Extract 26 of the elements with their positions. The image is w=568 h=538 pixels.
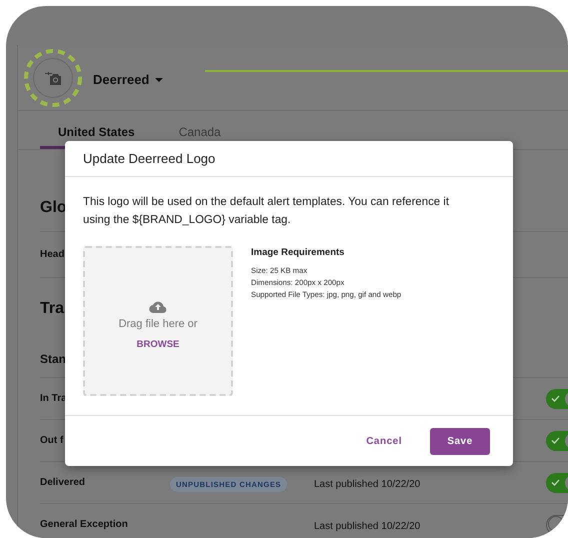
section-heading: Tra	[40, 300, 64, 318]
cancel-button[interactable]: Cancel	[366, 430, 402, 452]
published-date: Last published 10/22/20	[314, 478, 420, 490]
row-label: Out f	[40, 435, 64, 446]
row-label: Delivered	[40, 477, 86, 488]
logo-upload-button[interactable]	[33, 58, 73, 98]
published-date: Last published 10/22/20	[314, 520, 420, 532]
cloud-upload-icon	[149, 300, 167, 313]
requirements-title: Image Requirements	[251, 247, 346, 258]
check-icon	[551, 437, 560, 444]
row-label: Stan	[40, 352, 66, 366]
add-camera-icon	[44, 70, 62, 86]
row-label: Head	[40, 249, 64, 260]
section-heading: Glo	[40, 199, 67, 217]
row-label: General Exception	[40, 519, 129, 530]
dialog-description: This logo will be used on the default alert templates. You can reference it using the ${BRAND_LOGO} variable tag.	[83, 195, 450, 228]
dialog-title: Update Deerreed Logo	[65, 141, 513, 177]
browse-link[interactable]: BROWSE	[136, 339, 180, 350]
check-icon	[551, 395, 560, 402]
save-button[interactable]: Save	[430, 428, 490, 454]
caret-icon	[155, 78, 164, 82]
dashed-ring-drawing	[23, 48, 83, 108]
dropzone-text: Drag file here or	[118, 318, 198, 330]
check-icon	[551, 479, 560, 486]
file-dropzone[interactable]: Drag file here or BROWSE	[83, 246, 233, 396]
brand-dropdown[interactable]: Deerreed	[93, 72, 164, 87]
